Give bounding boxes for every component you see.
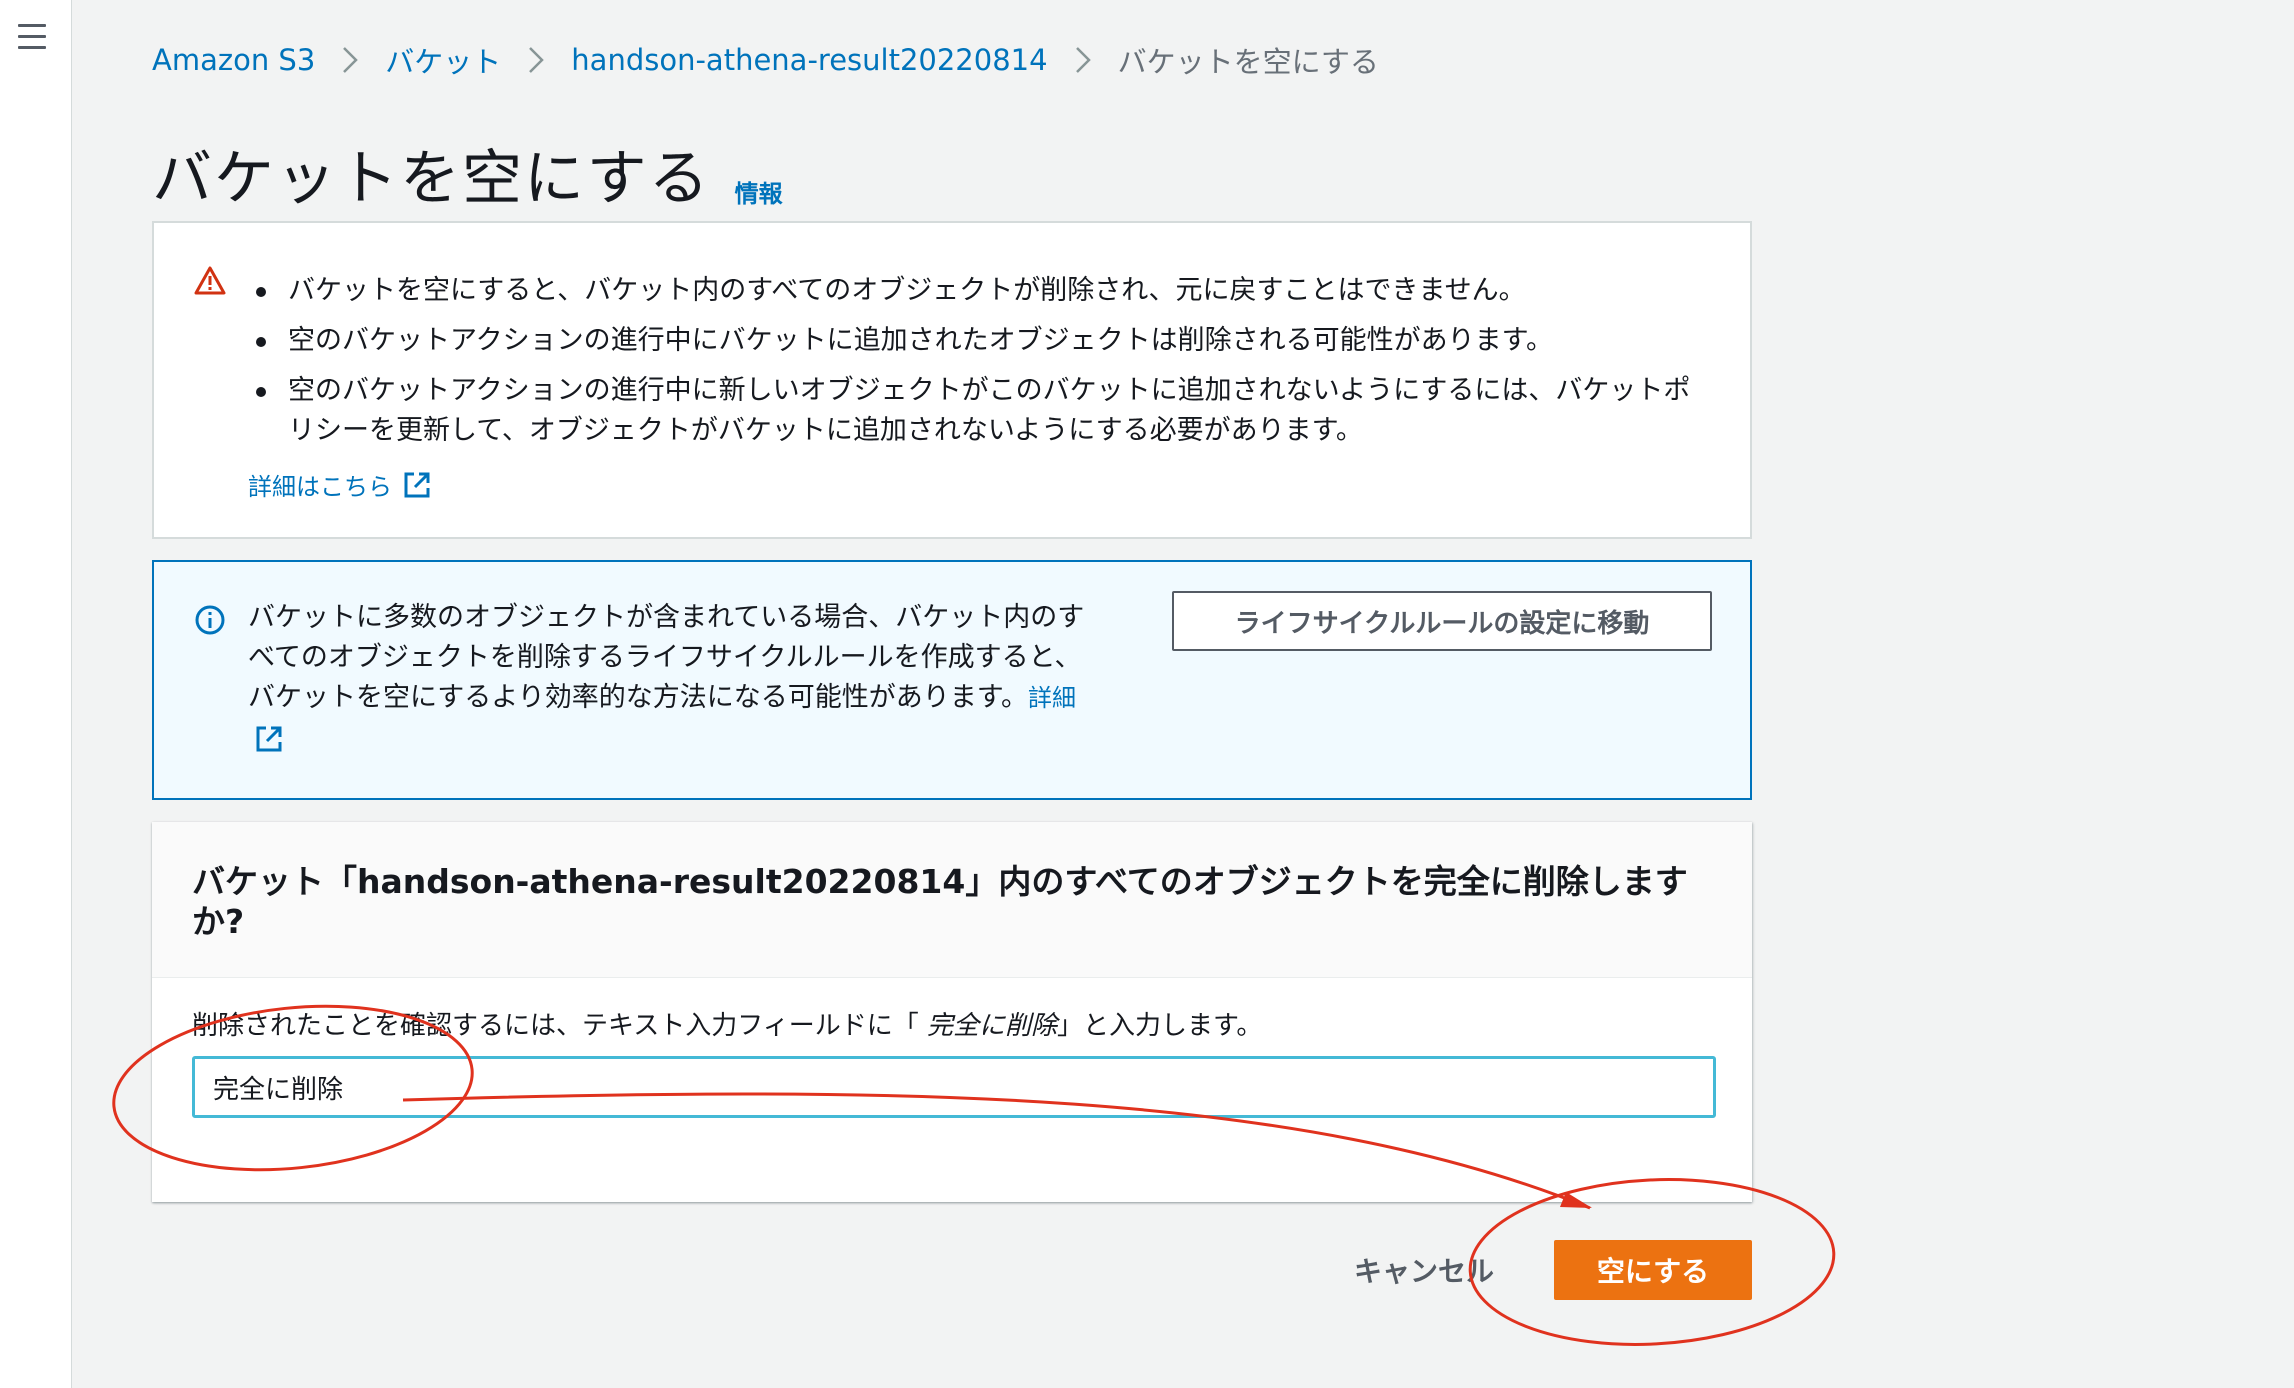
form-actions: キャンセル 空にする bbox=[1354, 1240, 1752, 1300]
list-item: バケットを空にすると、バケット内のすべてのオブジェクトが削除され、元に戻すことは… bbox=[252, 271, 1712, 311]
confirm-header: バケット「handson-athena-result20220814」内のすべて… bbox=[152, 822, 1752, 978]
empty-bucket-button[interactable]: 空にする bbox=[1554, 1240, 1752, 1300]
list-item: 空のバケットアクションの進行中に新しいオブジェクトがこのバケットに追加されないよ… bbox=[252, 371, 1712, 451]
side-navigation-strip bbox=[0, 0, 72, 1388]
page-header: バケットを空にする 情報 bbox=[152, 130, 783, 217]
page-title: バケットを空にする bbox=[152, 144, 711, 214]
cancel-button[interactable]: キャンセル bbox=[1354, 1250, 1494, 1290]
confirm-title: バケット「handson-athena-result20220814」内のすべて… bbox=[192, 862, 1688, 941]
info-link[interactable]: 情報 bbox=[735, 174, 783, 209]
external-link-icon bbox=[404, 472, 430, 497]
info-details-link[interactable]: 詳細 bbox=[1028, 684, 1076, 712]
hamburger-menu-icon[interactable] bbox=[18, 24, 48, 54]
breadcrumb-amazon-s3[interactable]: Amazon S3 bbox=[152, 43, 315, 77]
learn-more-label: 詳細はこちら bbox=[248, 473, 392, 501]
info-message: バケットに多数のオブジェクトが含まれている場合、バケット内のすべてのオブジェクト… bbox=[248, 598, 1108, 758]
chevron-right-icon bbox=[335, 46, 365, 74]
breadcrumb-current: バケットを空にする bbox=[1117, 45, 1379, 79]
warning-list: バケットを空にすると、バケット内のすべてのオブジェクトが削除され、元に戻すことは… bbox=[252, 271, 1712, 461]
learn-more-link[interactable]: 詳細はこちら bbox=[248, 467, 432, 502]
chevron-right-icon bbox=[521, 46, 551, 74]
breadcrumb: Amazon S3 バケット handson-athena-result2022… bbox=[152, 38, 1379, 82]
chevron-right-icon bbox=[1068, 46, 1098, 74]
warning-triangle-icon bbox=[194, 266, 226, 295]
lifecycle-rule-button[interactable]: ライフサイクルルールの設定に移動 bbox=[1172, 591, 1712, 651]
info-circle-icon bbox=[195, 605, 225, 635]
confirm-panel: バケット「handson-athena-result20220814」内のすべて… bbox=[152, 822, 1752, 1202]
list-item: 空のバケットアクションの進行中にバケットに追加されたオブジェクトは削除される可能… bbox=[252, 321, 1712, 361]
confirm-label: 削除されたことを確認するには、テキスト入力フィールドに「 完全に削除」と入力しま… bbox=[192, 1011, 1263, 1041]
breadcrumb-bucket-name[interactable]: handson-athena-result20220814 bbox=[571, 43, 1047, 77]
external-link-icon bbox=[256, 726, 282, 751]
confirm-text-input[interactable] bbox=[192, 1056, 1716, 1118]
confirm-body: 削除されたことを確認するには、テキスト入力フィールドに「 完全に削除」と入力しま… bbox=[152, 978, 1752, 1118]
info-alert: バケットに多数のオブジェクトが含まれている場合、バケット内のすべてのオブジェクト… bbox=[152, 560, 1752, 800]
breadcrumb-buckets[interactable]: バケット bbox=[385, 39, 501, 81]
warning-alert: バケットを空にすると、バケット内のすべてのオブジェクトが削除され、元に戻すことは… bbox=[152, 221, 1752, 539]
